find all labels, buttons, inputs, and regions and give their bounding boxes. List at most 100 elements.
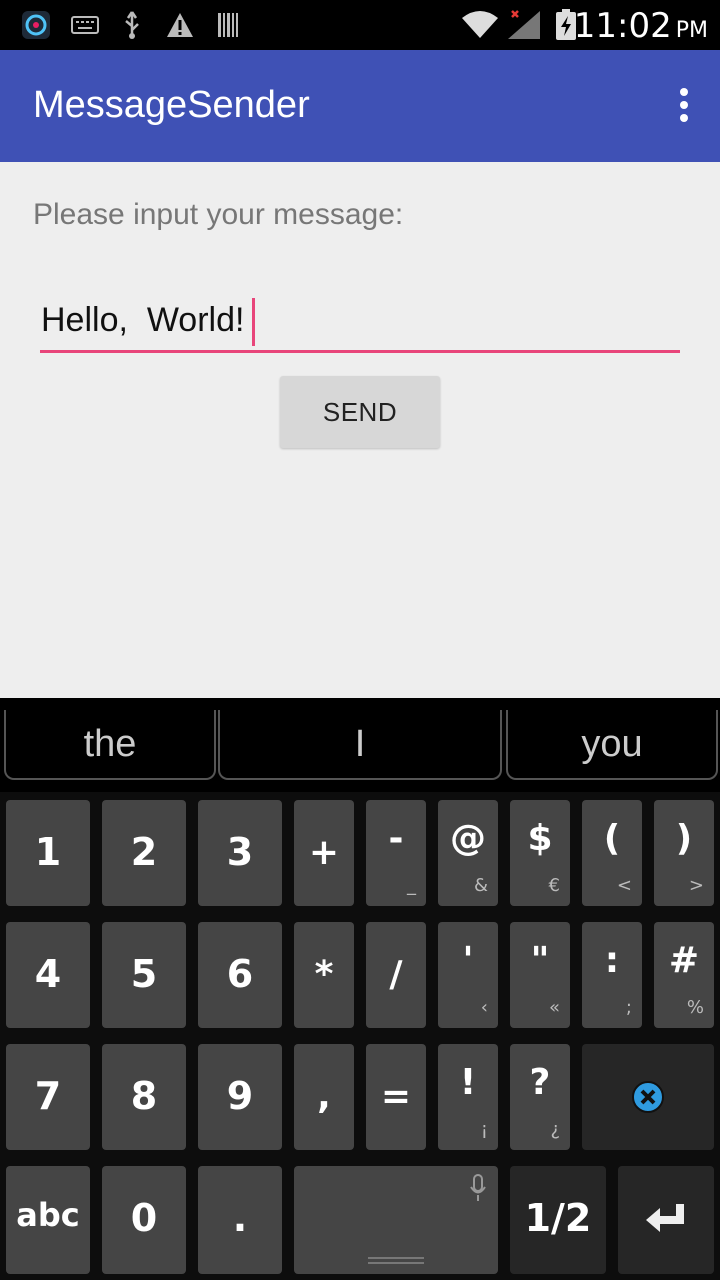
keyboard-key[interactable]: 6	[198, 922, 282, 1028]
status-bar: 11:02 PM	[0, 0, 720, 50]
key-label: ?	[529, 1062, 551, 1103]
suggestion-item[interactable]: you	[506, 710, 718, 780]
backspace-key[interactable]	[582, 1044, 714, 1150]
key-secondary-label: ;	[625, 997, 632, 1018]
key-label: (	[603, 818, 621, 859]
keyboard-key[interactable]: @ &	[438, 800, 498, 906]
enter-key[interactable]	[618, 1166, 714, 1274]
app-title: MessageSender	[33, 84, 310, 126]
key-secondary-label: ¿	[550, 1119, 560, 1140]
key-label: -	[388, 818, 404, 859]
keyboard-key[interactable]: " «	[510, 922, 570, 1028]
page-switch-key[interactable]: 1/2	[510, 1166, 606, 1274]
key-label: 8	[130, 1074, 158, 1118]
message-input-value: Hello, World!	[41, 300, 245, 339]
key-secondary-label: &	[473, 875, 488, 896]
key-label: 4	[34, 952, 62, 996]
key-label: 0	[130, 1196, 158, 1240]
message-prompt-label: Please input your message:	[33, 198, 404, 231]
keyboard-key[interactable]: 7	[6, 1044, 90, 1150]
key-label: abc	[16, 1196, 80, 1234]
send-button[interactable]: SEND	[280, 376, 440, 448]
suggestion-strip: the I you	[0, 698, 720, 792]
key-label: +	[308, 832, 340, 873]
text-caret	[252, 298, 256, 346]
key-label: '	[462, 940, 474, 981]
message-input[interactable]: Hello, World!	[40, 290, 680, 353]
status-time: 11:02 PM	[573, 6, 708, 46]
key-label: 9	[226, 1074, 254, 1118]
key-label: .	[232, 1196, 248, 1240]
key-secondary-label: _	[407, 875, 416, 896]
key-label: $	[527, 818, 553, 859]
key-secondary-label: ¡	[480, 1119, 488, 1140]
signal-icon	[506, 9, 544, 41]
key-label: #	[668, 940, 700, 981]
keyboard-key[interactable]: 8	[102, 1044, 186, 1150]
app-bar: MessageSender	[0, 50, 720, 162]
keyboard-key[interactable]: 2	[102, 800, 186, 906]
key-label: 5	[130, 952, 158, 996]
key-secondary-label: «	[548, 997, 560, 1018]
keyboard-key[interactable]: /	[366, 922, 426, 1028]
keyboard-key[interactable]: +	[294, 800, 354, 906]
key-secondary-label: %	[686, 997, 704, 1018]
suggestion-item[interactable]: I	[218, 710, 502, 780]
key-label: =	[380, 1076, 412, 1117]
wifi-icon	[460, 9, 500, 41]
space-bar-indicator	[368, 1257, 424, 1264]
key-secondary-label: €	[548, 875, 560, 896]
keyboard-key[interactable]: :;	[582, 922, 642, 1028]
keyboard-key[interactable]: 1	[6, 800, 90, 906]
keyboard-key[interactable]: 5	[102, 922, 186, 1028]
key-label: 6	[226, 952, 254, 996]
app-icon	[20, 9, 52, 41]
suggestion-item[interactable]: the	[4, 710, 216, 780]
keyboard-key[interactable]: (<	[582, 800, 642, 906]
key-label: )	[675, 818, 693, 859]
key-label: @	[450, 818, 486, 859]
keyboard-key[interactable]: 0	[102, 1166, 186, 1274]
main-content: Please input your message: Hello, World!…	[0, 162, 720, 698]
keyboard-key[interactable]: 4	[6, 922, 90, 1028]
abc-key[interactable]: abc	[6, 1166, 90, 1274]
page-switch-label: 1/2	[524, 1196, 592, 1240]
key-label: /	[389, 954, 403, 995]
key-label: 2	[130, 830, 158, 874]
enter-icon	[646, 1204, 684, 1232]
space-key[interactable]	[294, 1166, 498, 1274]
key-label: ,	[317, 1076, 331, 1117]
keyboard-key[interactable]: - _	[366, 800, 426, 906]
keyboard-key[interactable]: #%	[654, 922, 714, 1028]
overflow-menu-icon[interactable]	[678, 88, 690, 124]
keyboard-key[interactable]: *	[294, 922, 354, 1028]
status-ampm: PM	[675, 18, 708, 43]
key-label: *	[314, 954, 334, 995]
key-secondary-label: >	[688, 875, 704, 896]
warning-icon	[164, 9, 196, 41]
keyboard-key[interactable]: $ €	[510, 800, 570, 906]
barcode-icon	[216, 9, 240, 41]
keyboard-key[interactable]: ) >	[654, 800, 714, 906]
microphone-icon	[470, 1174, 486, 1201]
keyboard-key[interactable]: ? ¿	[510, 1044, 570, 1150]
key-label: "	[530, 940, 550, 981]
keyboard-key[interactable]: .	[198, 1166, 282, 1274]
key-label: 1	[34, 830, 62, 874]
keyboard-key[interactable]: 3	[198, 800, 282, 906]
usb-icon	[120, 9, 144, 41]
keyboard-icon	[70, 9, 100, 41]
keyboard-key[interactable]: ,	[294, 1044, 354, 1150]
keyboard-key[interactable]: 9	[198, 1044, 282, 1150]
keyboard-key[interactable]: =	[366, 1044, 426, 1150]
keyboard-key[interactable]: ! ¡	[438, 1044, 498, 1150]
backspace-icon	[632, 1081, 664, 1113]
key-label: :	[604, 940, 620, 981]
key-secondary-label: <	[616, 875, 632, 896]
key-label: !	[459, 1062, 477, 1103]
key-label: 3	[226, 830, 254, 874]
key-label: 7	[34, 1074, 62, 1118]
soft-keyboard: the I you 1 2 3 + - _ @ & $ €(<) >4 5 6 * / ' ‹ " «:; #% 7 8 9…	[0, 698, 720, 1280]
key-secondary-label: ‹	[480, 997, 488, 1018]
keyboard-key[interactable]: ' ‹	[438, 922, 498, 1028]
